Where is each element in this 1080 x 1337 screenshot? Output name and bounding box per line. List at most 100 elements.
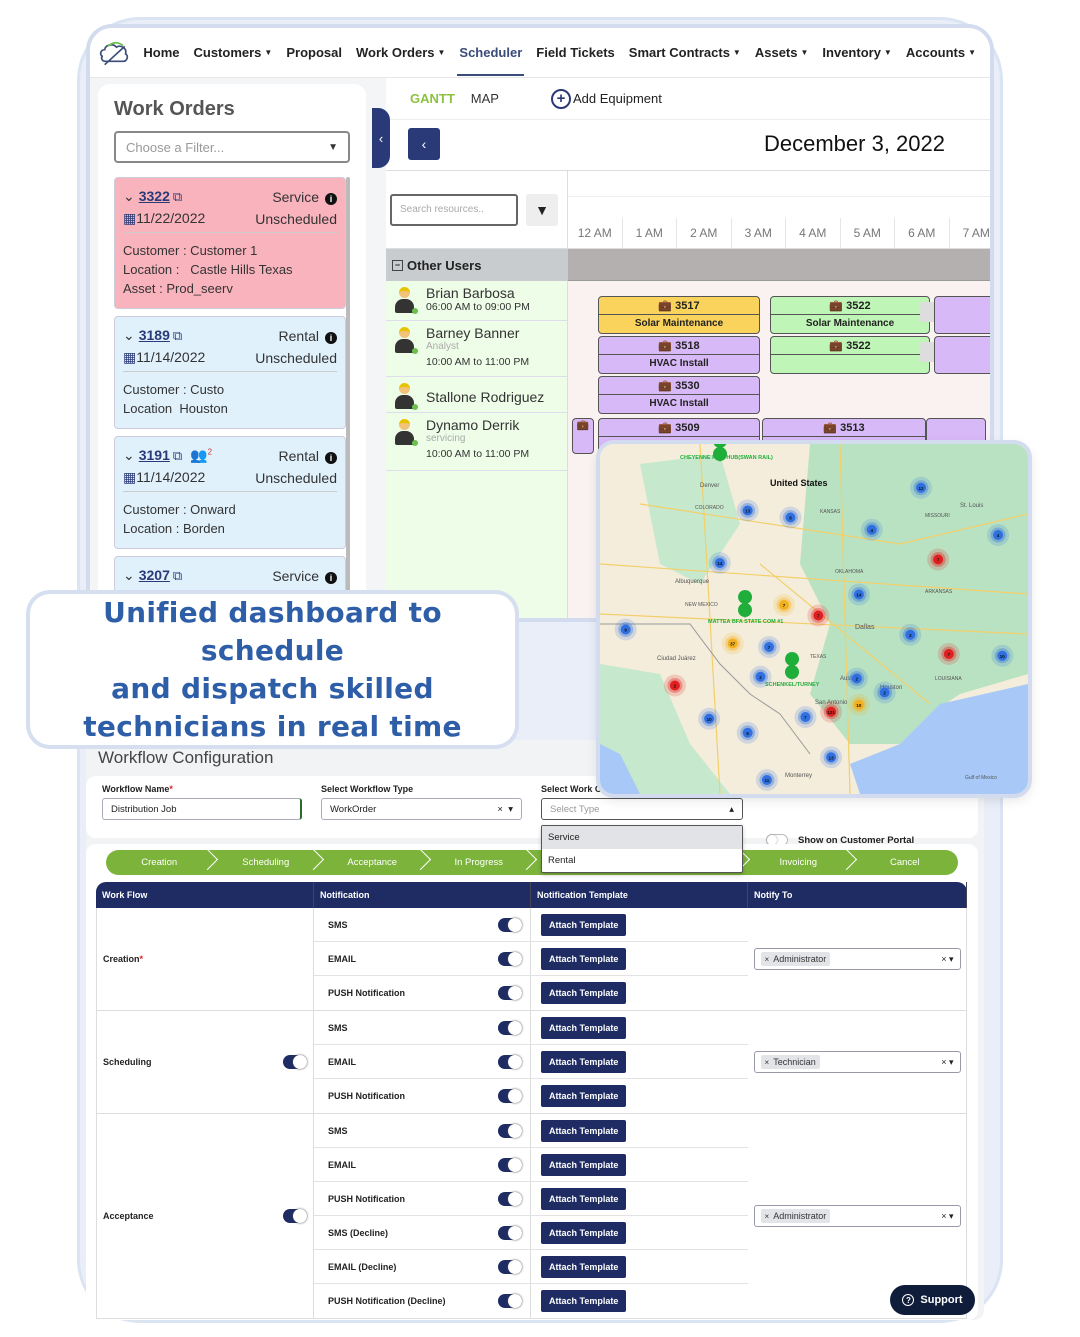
nav-item-field-tickets[interactable]: Field Tickets — [536, 28, 615, 78]
expand-chevron-icon[interactable]: ⌄ — [123, 188, 135, 204]
notification-toggle[interactable] — [498, 1225, 523, 1240]
workflow-step[interactable]: Creation — [106, 850, 213, 875]
nav-item-home[interactable]: Home — [143, 28, 179, 78]
notification-toggle[interactable] — [498, 1054, 523, 1069]
nav-item-smart-contracts[interactable]: Smart Contracts ▼ — [629, 28, 741, 78]
attach-template-button[interactable]: Attach Template — [541, 1050, 627, 1073]
site-pin-icon[interactable] — [738, 603, 752, 617]
work-order-card[interactable]: ⌄ 3322 ⧉ Service i ▦11/22/2022 Unscheduled Cust… — [114, 177, 346, 309]
workflow-step[interactable]: Cancel — [852, 850, 959, 875]
site-pin-icon[interactable] — [785, 665, 799, 679]
attach-template-button[interactable]: Attach Template — [541, 913, 627, 936]
gantt-event[interactable]: 💼 3518 HVAC Install — [598, 336, 760, 374]
filter-select[interactable]: Choose a Filter... ▼ — [114, 131, 350, 163]
nav-item-inventory[interactable]: Inventory ▼ — [822, 28, 891, 78]
work-order-id-link[interactable]: 3207 — [139, 567, 170, 583]
workflow-type-select[interactable]: WorkOrder × ▾ — [321, 798, 522, 820]
attach-template-button[interactable]: Attach Template — [541, 982, 627, 1004]
attach-template-button[interactable]: Attach Template — [541, 1290, 627, 1312]
notification-toggle[interactable] — [498, 1294, 523, 1308]
gantt-event-collapsed[interactable]: 💼 — [572, 418, 594, 454]
attach-template-button[interactable]: Attach Template — [541, 1187, 627, 1210]
external-link-icon[interactable]: ⧉ — [173, 328, 182, 343]
work-order-id-link[interactable]: 3189 — [139, 327, 170, 343]
nav-item-scheduler[interactable]: Scheduler — [457, 28, 525, 78]
collapse-panel-button[interactable]: ‹ — [372, 108, 390, 168]
map-canvas[interactable]: United StatesDenverAlbuquerqueDallasAust… — [600, 444, 1028, 794]
clear-and-caret-icon[interactable]: × ▾ — [941, 954, 953, 965]
gantt-event[interactable]: 💼 3517 Solar Maintenance — [598, 296, 760, 334]
notification-toggle[interactable] — [498, 1020, 523, 1035]
notification-toggle[interactable] — [498, 1259, 523, 1274]
workflow-step[interactable]: In Progress — [426, 850, 533, 875]
info-icon[interactable]: i — [325, 571, 337, 584]
info-icon[interactable]: i — [325, 192, 337, 205]
resource-row[interactable]: Dynamo Derrik servicing 10:00 AM to 11:00 … — [386, 413, 567, 471]
work-order-card[interactable]: ⌄ 3191 ⧉ 👥2 Rental i ▦11/14/2022 Unscheduled Cus… — [114, 436, 346, 549]
filter-button[interactable]: ▼ — [526, 193, 558, 226]
notification-toggle[interactable] — [498, 1089, 523, 1103]
remove-chip-icon[interactable]: × — [765, 955, 770, 964]
gantt-event[interactable]: 💼 3522 Solar Maintenance — [770, 296, 930, 334]
tab-map[interactable]: MAP — [471, 91, 499, 106]
workflow-step[interactable]: Acceptance — [319, 850, 426, 875]
clear-and-caret-icon[interactable]: × ▾ — [941, 1057, 953, 1068]
work-order-id-link[interactable]: 3191 — [139, 447, 170, 463]
stage-toggle[interactable] — [283, 1055, 308, 1069]
add-equipment-button[interactable]: + Add Equipment — [550, 88, 662, 109]
option-service[interactable]: Service — [542, 826, 742, 849]
attach-template-button[interactable]: Attach Template — [541, 1016, 627, 1039]
notify-to-select[interactable]: × Administrator × ▾ — [753, 1205, 961, 1227]
assignees-icon[interactable]: 👥2 — [190, 447, 212, 463]
gantt-event[interactable]: 💼 3530 HVAC Install — [598, 376, 760, 414]
external-link-icon[interactable]: ⧉ — [173, 568, 182, 583]
workflow-name-input[interactable]: Distribution Job — [102, 798, 302, 820]
notification-toggle[interactable] — [498, 1157, 523, 1172]
work-order-id-link[interactable]: 3322 — [139, 188, 170, 204]
collapse-group-icon[interactable]: − — [392, 259, 403, 271]
resource-row[interactable]: Brian Barbosa 06:00 AM to 09:00 PM — [386, 281, 567, 321]
stage-toggle[interactable] — [283, 1209, 308, 1223]
work-order-card[interactable]: ⌄ 3189 ⧉ Rental i ▦11/14/2022 Unscheduled Custo… — [114, 316, 346, 429]
attach-template-button[interactable]: Attach Template — [541, 1085, 627, 1107]
nav-item-proposal[interactable]: Proposal — [286, 28, 342, 78]
nav-item-customers[interactable]: Customers ▼ — [194, 28, 273, 78]
notify-to-select[interactable]: × Administrator × ▾ — [753, 948, 961, 970]
remove-chip-icon[interactable]: × — [765, 1212, 770, 1221]
external-link-icon[interactable]: ⧉ — [173, 189, 182, 204]
option-rental[interactable]: Rental — [542, 849, 742, 872]
attach-template-button[interactable]: Attach Template — [541, 947, 627, 970]
search-resources-input[interactable]: Search resources.. — [390, 193, 518, 226]
attach-template-button[interactable]: Attach Template — [541, 1255, 627, 1278]
resource-group-header[interactable]: − Other Users — [386, 249, 568, 281]
expand-chevron-icon[interactable]: ⌄ — [123, 567, 135, 583]
previous-day-button[interactable]: ‹ — [408, 128, 440, 160]
support-button[interactable]: ? Support — [890, 1285, 975, 1315]
resource-row[interactable]: Barney Banner Analyst 10:00 AM to 11:00 PM — [386, 321, 567, 377]
map-view[interactable]: United States Denver Albuquerque Dallas Aust… — [600, 444, 1028, 794]
notification-toggle[interactable] — [498, 917, 523, 932]
workflow-step[interactable]: Scheduling — [213, 850, 320, 875]
nav-item-assets[interactable]: Assets ▼ — [755, 28, 809, 78]
info-icon[interactable]: i — [325, 331, 337, 344]
gantt-event[interactable]: 💼 3522 — [770, 336, 930, 374]
attach-template-button[interactable]: Attach Template — [541, 1153, 627, 1176]
tab-gantt[interactable]: GANTT — [410, 91, 455, 106]
info-icon[interactable]: i — [325, 451, 337, 464]
resource-row[interactable]: Stallone Rodriguez — [386, 377, 567, 413]
attach-template-button[interactable]: Attach Template — [541, 1119, 627, 1142]
app-logo-icon[interactable] — [98, 35, 131, 71]
nav-item-work-orders[interactable]: Work Orders ▼ — [356, 28, 445, 78]
notify-to-select[interactable]: × Technician × ▾ — [753, 1051, 961, 1073]
scrollbar[interactable] — [346, 177, 350, 607]
clear-and-caret-icon[interactable]: × ▾ — [941, 1211, 953, 1222]
notification-toggle[interactable] — [498, 986, 523, 1000]
external-link-icon[interactable]: ⧉ — [173, 448, 182, 463]
expand-chevron-icon[interactable]: ⌄ — [123, 447, 135, 463]
nav-item-accounts[interactable]: Accounts ▼ — [906, 28, 976, 78]
notification-toggle[interactable] — [498, 1191, 523, 1206]
notification-toggle[interactable] — [498, 1123, 523, 1138]
attach-template-button[interactable]: Attach Template — [541, 1221, 627, 1244]
workflow-step[interactable]: Invoicing — [745, 850, 852, 875]
gantt-event-partial[interactable] — [934, 296, 990, 334]
